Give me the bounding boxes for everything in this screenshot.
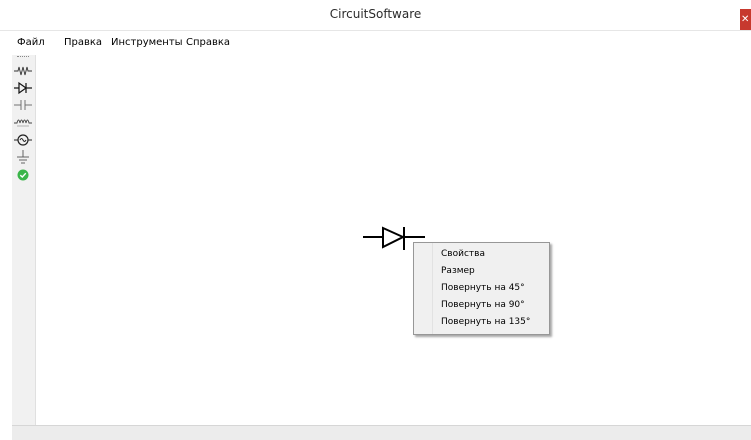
lamp-icon <box>14 134 32 146</box>
menu-help[interactable]: Справка <box>186 37 230 48</box>
inductor-icon <box>14 119 32 127</box>
left-margin <box>0 32 12 439</box>
context-item-rotate-45[interactable]: Повернуть на 45° <box>441 283 525 293</box>
capacitor-tool-button[interactable] <box>14 98 32 112</box>
context-menu-gutter <box>414 243 433 334</box>
ground-tool-button[interactable] <box>14 150 32 164</box>
context-item-rotate-90[interactable]: Повернуть на 90° <box>441 300 525 310</box>
context-item-properties[interactable]: Свойства <box>441 249 485 259</box>
close-icon: ✕ <box>741 14 750 25</box>
menu-edit[interactable]: Правка <box>64 37 102 48</box>
status-bar <box>12 425 751 440</box>
diode-icon <box>14 81 32 95</box>
toolbar-grip[interactable] <box>17 56 29 59</box>
app-window: CircuitSoftware ✕ Файл Правка Инструмент… <box>0 0 751 440</box>
title-bar[interactable]: CircuitSoftware ✕ <box>0 0 751 31</box>
context-item-size[interactable]: Размер <box>441 266 475 276</box>
inductor-tool-button[interactable] <box>14 115 32 129</box>
run-check-button[interactable] <box>14 168 32 182</box>
check-icon <box>17 169 29 181</box>
component-toolbar <box>12 55 36 425</box>
capacitor-icon <box>14 100 32 110</box>
window-title: CircuitSoftware <box>329 7 422 21</box>
resistor-tool-button[interactable] <box>14 64 32 78</box>
menu-tools[interactable]: Инструменты <box>111 37 183 48</box>
lamp-tool-button[interactable] <box>14 133 32 147</box>
menu-bar: Файл Правка Инструменты Справка <box>0 32 751 52</box>
close-button[interactable]: ✕ <box>740 9 751 30</box>
ground-icon <box>17 150 29 164</box>
context-item-rotate-135[interactable]: Повернуть на 135° <box>441 317 530 327</box>
resistor-icon <box>14 66 32 76</box>
menu-file[interactable]: Файл <box>17 37 45 48</box>
context-menu: Свойства Размер Повернуть на 45° Поверну… <box>413 242 550 335</box>
diode-tool-button[interactable] <box>14 81 32 95</box>
